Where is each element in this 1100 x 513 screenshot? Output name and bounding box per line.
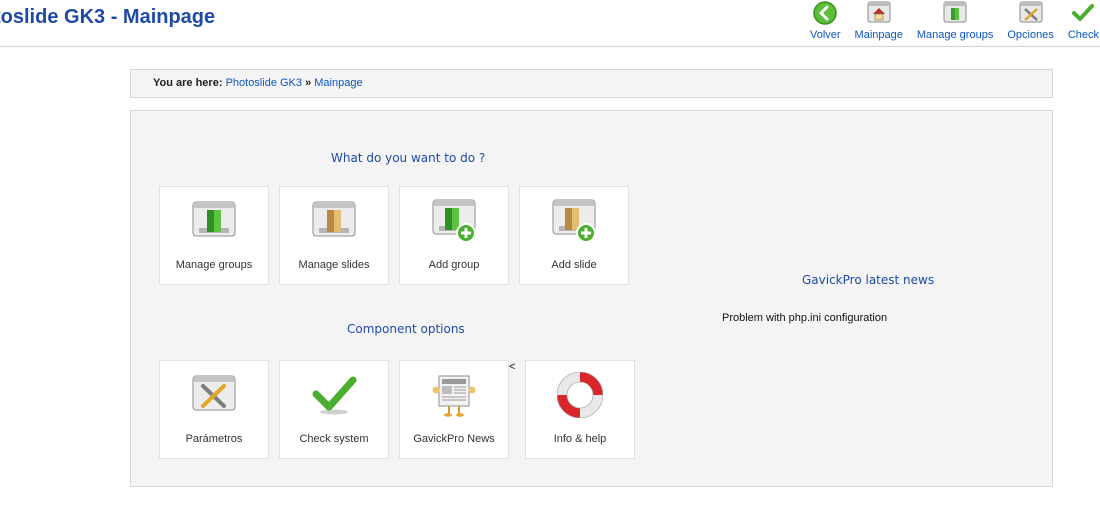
toolbar-options-button[interactable]: Opciones	[1000, 0, 1060, 41]
options-heading: Component options	[347, 322, 465, 336]
toolbar-manage-groups-label: Manage groups	[916, 29, 994, 41]
checkmark-icon	[1069, 0, 1097, 26]
breadcrumb-item-photoslide[interactable]: Photoslide GK3	[226, 77, 302, 89]
add-slide-label: Add slide	[551, 259, 597, 271]
parameters-label: Parámetros	[185, 433, 243, 445]
toolbar-check-label: Check	[1067, 29, 1099, 41]
page-title: toslide GK3 - Mainpage	[0, 6, 216, 28]
check-system-label: Check system	[299, 433, 369, 445]
info-help-label: Info & help	[553, 433, 607, 445]
checkmark-icon	[310, 371, 358, 419]
toolbar-manage-groups-button[interactable]: Manage groups	[910, 0, 1000, 41]
news-item[interactable]: Problem with php.ini configuration	[722, 312, 887, 324]
actions-heading: What do you want to do ?	[331, 151, 486, 165]
manage-slides-label: Manage slides	[298, 259, 370, 271]
toolbar: Volver Mainpage Manage groups Opciones C…	[803, 0, 1100, 46]
check-system-tile[interactable]: Check system	[279, 360, 389, 459]
manage-groups-label: Manage groups	[175, 259, 253, 271]
add-group-tile[interactable]: Add group	[399, 186, 509, 285]
breadcrumb-label: You are here:	[153, 77, 223, 89]
gavickpro-news-label: GavickPro News	[413, 433, 495, 445]
toolbar-mainpage-button[interactable]: Mainpage	[848, 0, 910, 41]
toolbar-mainpage-label: Mainpage	[854, 29, 903, 41]
manage-groups-tile[interactable]: Manage groups	[159, 186, 269, 285]
tools-icon	[190, 371, 238, 419]
add-slide-icon	[550, 197, 598, 245]
green-books-icon	[190, 197, 238, 245]
breadcrumb-item-mainpage[interactable]: Mainpage	[314, 77, 362, 89]
add-group-label: Add group	[428, 259, 480, 271]
news-heading: GavickPro latest news	[802, 273, 935, 287]
toolbar-options-label: Opciones	[1007, 29, 1054, 41]
main-panel: What do you want to do ? Manage groups M	[130, 110, 1053, 487]
breadcrumb: You are here: Photoslide GK3 » Mainpage	[130, 69, 1053, 98]
stray-mark: <	[509, 361, 516, 373]
gavickpro-news-tile[interactable]: GavickPro News	[399, 360, 509, 459]
toolbar-back-label: Volver	[809, 29, 841, 41]
breadcrumb-separator: »	[305, 77, 312, 89]
books-icon	[941, 0, 969, 26]
toolbar-check-button[interactable]: Check	[1061, 0, 1100, 41]
manage-slides-tile[interactable]: Manage slides	[279, 186, 389, 285]
tools-icon	[1017, 0, 1045, 26]
header-bar: toslide GK3 - Mainpage Volver Mainpage M…	[0, 0, 1100, 47]
tan-books-icon	[310, 197, 358, 245]
parameters-tile[interactable]: Parámetros	[159, 360, 269, 459]
newspaper-icon	[430, 371, 478, 419]
add-slide-tile[interactable]: Add slide	[519, 186, 629, 285]
add-group-icon	[430, 197, 478, 245]
home-icon	[865, 0, 893, 26]
toolbar-back-button[interactable]: Volver	[803, 0, 848, 41]
back-arrow-icon	[811, 0, 839, 26]
info-help-tile[interactable]: Info & help	[525, 360, 635, 459]
lifebuoy-icon	[556, 371, 604, 419]
